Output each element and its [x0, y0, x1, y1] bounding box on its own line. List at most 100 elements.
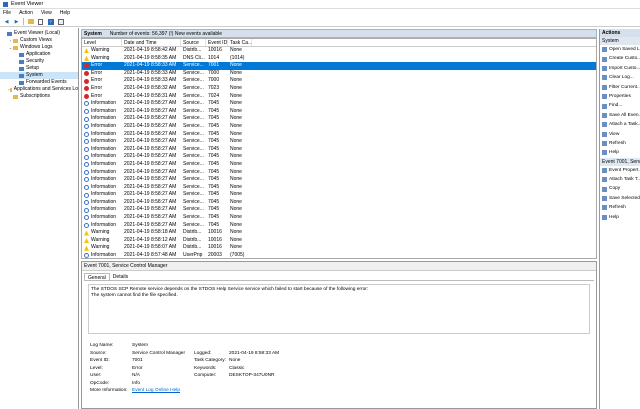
table-row[interactable]: Information 2021-04-19 8:57:48 AM UserPnp 2…	[82, 252, 596, 258]
task-category-cell: None	[230, 198, 242, 205]
forward-icon[interactable]: ▶	[13, 18, 20, 25]
menu-view[interactable]: View	[41, 10, 52, 16]
action-help[interactable]: Help	[600, 148, 640, 157]
property-label	[194, 380, 229, 388]
action-find[interactable]: Find...	[600, 101, 640, 110]
action-filter-current[interactable]: Filter Current...	[600, 83, 640, 92]
date-cell: 2021-04-19 8:58:27 AM	[124, 191, 177, 198]
tab-general[interactable]: General	[84, 273, 110, 281]
menu-action[interactable]: Action	[19, 10, 33, 16]
tree-item-event-viewer-local[interactable]: Event Viewer (Local)	[0, 30, 78, 37]
event-log-online-help-link[interactable]: Event Log Online Help	[132, 387, 180, 395]
tree-item-windows-logs[interactable]: ⌄ Windows Logs	[0, 44, 78, 51]
table-row[interactable]: Error 2021-04-19 8:58:32 AM Service... 7023…	[82, 85, 596, 93]
task-category-cell: None	[230, 69, 242, 76]
table-row[interactable]: Information 2021-04-19 8:58:27 AM Service.…	[82, 131, 596, 139]
actions-section-event[interactable]: Event 7001, Service...	[600, 157, 640, 166]
column-task-category[interactable]: Task Ca...	[228, 39, 252, 46]
table-row[interactable]: Error 2021-04-19 8:58:33 AM Service... 7000…	[82, 77, 596, 85]
date-cell: 2021-04-19 8:58:18 AM	[124, 229, 177, 236]
task-category-cell: None	[230, 62, 242, 69]
table-row[interactable]: Warning 2021-04-19 8:58:35 AM DNS Cli... 10…	[82, 55, 596, 63]
table-row[interactable]: Error 2021-04-19 8:58:33 AM Service... 7000…	[82, 70, 596, 78]
table-row[interactable]: Warning 2021-04-19 8:58:42 AM Distrib... 10…	[82, 47, 596, 55]
table-row[interactable]: Information 2021-04-19 8:58:27 AM Service.…	[82, 206, 596, 214]
action-view[interactable]: View	[600, 130, 640, 139]
event-id-cell: 7045	[208, 138, 220, 145]
folder-icon[interactable]	[27, 18, 34, 25]
tree-item-application[interactable]: Application	[0, 51, 78, 58]
toolbar: ◀ ▶ ?	[0, 17, 640, 27]
action-open-saved-l[interactable]: Open Saved L...	[600, 45, 640, 54]
table-row[interactable]: Error 2021-04-19 8:58:31 AM Service... 7024…	[82, 93, 596, 101]
action-icon	[602, 47, 607, 53]
table-row[interactable]: Information 2021-04-19 8:58:27 AM Service.…	[82, 123, 596, 131]
tree-item-applications-and-services-lo[interactable]: ›Applications and Services Lo	[0, 86, 78, 93]
action-icon	[602, 112, 607, 118]
table-row[interactable]: Information 2021-04-19 8:58:27 AM Service.…	[82, 100, 596, 108]
action-attach-a-task[interactable]: Attach a Task...	[600, 120, 640, 129]
action-import-custo[interactable]: Import Custo...	[600, 64, 640, 73]
tree-item-custom-views[interactable]: › Custom Views	[0, 37, 78, 44]
table-row[interactable]: Warning 2021-04-19 8:58:12 AM Distrib... 10…	[82, 237, 596, 245]
action-create-custo[interactable]: Create Custo...	[600, 54, 640, 63]
property-label: Logged:	[194, 350, 212, 356]
console-icon[interactable]	[57, 18, 64, 25]
table-row[interactable]: Information 2021-04-19 8:58:27 AM Service.…	[82, 153, 596, 161]
event-grid: Level Date and Time Source Event ID Task…	[81, 38, 597, 259]
more-information-row: More Information: Event Log Online Help	[90, 387, 309, 395]
table-row[interactable]: Information 2021-04-19 8:58:27 AM Service.…	[82, 138, 596, 146]
menu-file[interactable]: File	[3, 10, 11, 16]
table-row[interactable]: Information 2021-04-19 8:58:27 AM Service.…	[82, 214, 596, 222]
action-label: Properties	[609, 93, 631, 99]
menu-help[interactable]: Help	[60, 10, 70, 16]
action-save-selected[interactable]: Save Selected...	[600, 194, 640, 203]
event-id-cell: 10016	[208, 244, 222, 251]
table-row[interactable]: Information 2021-04-19 8:58:27 AM Service.…	[82, 161, 596, 169]
action-clear-log[interactable]: Clear Log...	[600, 73, 640, 82]
table-row[interactable]: Information 2021-04-19 8:58:27 AM Service.…	[82, 191, 596, 199]
properties-icon[interactable]	[37, 18, 44, 25]
action-refresh[interactable]: Refresh	[600, 139, 640, 148]
column-event-id[interactable]: Event ID	[206, 39, 228, 46]
table-row[interactable]: Information 2021-04-19 8:58:27 AM Service.…	[82, 199, 596, 207]
tree-item-subscriptions[interactable]: Subscriptions	[0, 93, 78, 100]
action-copy[interactable]: Copy	[600, 184, 640, 193]
detail-title: Event 7001, Service Control Manager	[82, 262, 596, 271]
tree-item-setup[interactable]: Setup	[0, 65, 78, 72]
table-row[interactable]: Error 2021-04-19 8:58:33 AM Service... 7001…	[82, 62, 596, 70]
table-row[interactable]: Warning 2021-04-19 8:58:07 AM Distrib... 10…	[82, 244, 596, 252]
table-row[interactable]: Information 2021-04-19 8:58:27 AM Service.…	[82, 108, 596, 116]
level-text: Information	[91, 221, 117, 228]
table-row[interactable]: Information 2021-04-19 8:58:27 AM Service.…	[82, 176, 596, 184]
table-row[interactable]: Information 2021-04-19 8:58:27 AM Service.…	[82, 115, 596, 123]
table-row[interactable]: Information 2021-04-19 8:58:27 AM Service.…	[82, 184, 596, 192]
action-save-all-even[interactable]: Save All Even...	[600, 111, 640, 120]
table-row[interactable]: Warning 2021-04-19 8:58:18 AM Distrib... 10…	[82, 229, 596, 237]
action-event-propert[interactable]: Event Propert...	[600, 166, 640, 175]
action-help[interactable]: Help	[600, 213, 640, 222]
date-cell: 2021-04-19 8:58:33 AM	[124, 69, 177, 76]
column-level[interactable]: Level	[82, 39, 122, 46]
source-cell: Service...	[183, 92, 204, 99]
help-icon[interactable]: ?	[47, 18, 54, 25]
column-date[interactable]: Date and Time	[122, 39, 181, 46]
information-icon	[84, 253, 89, 258]
action-properties[interactable]: Properties	[600, 92, 640, 101]
back-icon[interactable]: ◀	[3, 18, 10, 25]
tree-item-security[interactable]: Security	[0, 58, 78, 65]
source-cell: Service...	[183, 100, 204, 107]
table-row[interactable]: Information 2021-04-19 8:58:27 AM Service.…	[82, 169, 596, 177]
action-attach-task-t[interactable]: Attach Task T...	[600, 175, 640, 184]
tree-item-system[interactable]: System	[0, 72, 78, 79]
level-cell: Information	[82, 191, 122, 199]
column-source[interactable]: Source	[181, 39, 206, 46]
table-row[interactable]: Information 2021-04-19 8:58:27 AM Service.…	[82, 222, 596, 230]
table-row[interactable]: Information 2021-04-19 8:58:27 AM Service.…	[82, 146, 596, 154]
task-category-cell: None	[230, 221, 242, 228]
tree-item-forwarded-events[interactable]: Forwarded Events	[0, 79, 78, 86]
actions-section-system[interactable]: System	[600, 37, 640, 45]
information-icon	[84, 116, 89, 122]
action-refresh[interactable]: Refresh	[600, 203, 640, 212]
tab-details[interactable]: Details	[110, 273, 131, 280]
